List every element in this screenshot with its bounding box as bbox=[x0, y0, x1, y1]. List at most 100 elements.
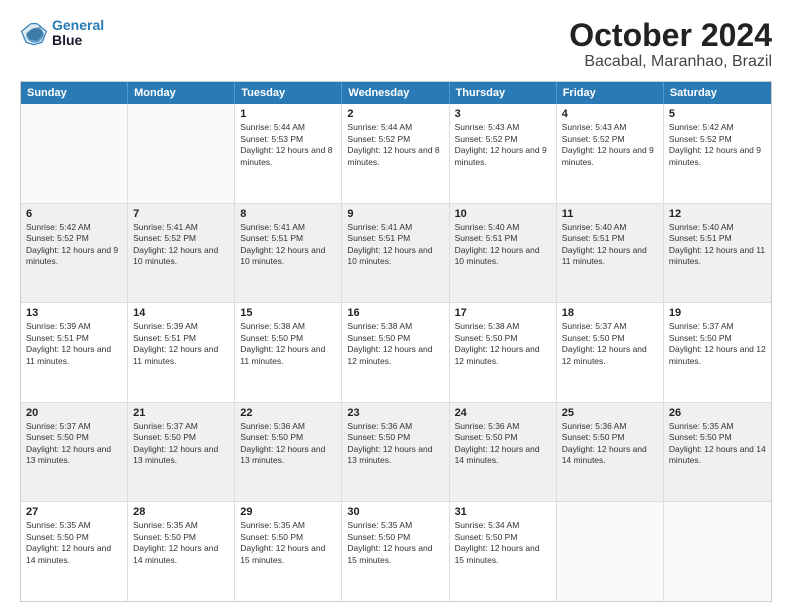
day-info: Sunrise: 5:38 AMSunset: 5:50 PMDaylight:… bbox=[240, 321, 336, 367]
header-day-friday: Friday bbox=[557, 82, 664, 104]
calendar-cell: 27Sunrise: 5:35 AMSunset: 5:50 PMDayligh… bbox=[21, 502, 128, 601]
calendar-cell: 20 Sunrise: 5:37 AMSunset: 5:50 PMDayligh… bbox=[21, 403, 128, 502]
day-info: Sunrise: 5:36 AMSunset: 5:50 PMDaylight:… bbox=[240, 421, 336, 467]
day-number: 29 bbox=[240, 506, 336, 518]
day-number: 8 bbox=[240, 208, 336, 220]
calendar-header: SundayMondayTuesdayWednesdayThursdayFrid… bbox=[21, 82, 771, 104]
calendar-cell bbox=[664, 502, 771, 601]
day-info: Sunrise: 5:44 AMSunset: 5:53 PMDaylight:… bbox=[240, 122, 336, 168]
day-info: Sunrise: 5:42 AMSunset: 5:52 PMDaylight:… bbox=[26, 222, 122, 268]
calendar-cell: 13Sunrise: 5:39 AMSunset: 5:51 PMDayligh… bbox=[21, 303, 128, 402]
day-info: Sunrise: 5:40 AMSunset: 5:51 PMDaylight:… bbox=[669, 222, 766, 268]
day-info: Sunrise: 5:37 AMSunset: 5:50 PMDaylight:… bbox=[133, 421, 229, 467]
day-number: 3 bbox=[455, 108, 551, 120]
day-number: 7 bbox=[133, 208, 229, 220]
day-number: 28 bbox=[133, 506, 229, 518]
calendar-cell: 8 Sunrise: 5:41 AMSunset: 5:51 PMDaylight… bbox=[235, 204, 342, 303]
day-info: Sunrise: 5:43 AMSunset: 5:52 PMDaylight:… bbox=[562, 122, 658, 168]
header-day-wednesday: Wednesday bbox=[342, 82, 449, 104]
day-number: 1 bbox=[240, 108, 336, 120]
calendar-cell: 7Sunrise: 5:41 AMSunset: 5:52 PMDaylight… bbox=[128, 204, 235, 303]
header-day-saturday: Saturday bbox=[664, 82, 771, 104]
day-info: Sunrise: 5:35 AMSunset: 5:50 PMDaylight:… bbox=[26, 520, 122, 566]
calendar-cell: 2 Sunrise: 5:44 AMSunset: 5:52 PMDaylight… bbox=[342, 104, 449, 203]
day-info: Sunrise: 5:39 AMSunset: 5:51 PMDaylight:… bbox=[133, 321, 229, 367]
day-info: Sunrise: 5:41 AMSunset: 5:51 PMDaylight:… bbox=[240, 222, 336, 268]
day-number: 19 bbox=[669, 307, 766, 319]
calendar-cell: 22 Sunrise: 5:36 AMSunset: 5:50 PMDayligh… bbox=[235, 403, 342, 502]
logo-line1: General bbox=[52, 17, 104, 33]
day-info: Sunrise: 5:39 AMSunset: 5:51 PMDaylight:… bbox=[26, 321, 122, 367]
calendar-cell: 28 Sunrise: 5:35 AMSunset: 5:50 PMDayligh… bbox=[128, 502, 235, 601]
day-number: 30 bbox=[347, 506, 443, 518]
calendar-cell: 26Sunrise: 5:35 AMSunset: 5:50 PMDayligh… bbox=[664, 403, 771, 502]
day-number: 15 bbox=[240, 307, 336, 319]
day-info: Sunrise: 5:37 AMSunset: 5:50 PMDaylight:… bbox=[26, 421, 122, 467]
day-info: Sunrise: 5:38 AMSunset: 5:50 PMDaylight:… bbox=[347, 321, 443, 367]
calendar-cell: 29 Sunrise: 5:35 AMSunset: 5:50 PMDayligh… bbox=[235, 502, 342, 601]
calendar-cell: 18 Sunrise: 5:37 AMSunset: 5:50 PMDayligh… bbox=[557, 303, 664, 402]
calendar-cell: 9Sunrise: 5:41 AMSunset: 5:51 PMDaylight… bbox=[342, 204, 449, 303]
calendar-cell bbox=[557, 502, 664, 601]
day-number: 4 bbox=[562, 108, 658, 120]
logo-text: General Blue bbox=[52, 18, 104, 49]
calendar-cell bbox=[21, 104, 128, 203]
day-number: 18 bbox=[562, 307, 658, 319]
day-info: Sunrise: 5:35 AMSunset: 5:50 PMDaylight:… bbox=[669, 421, 766, 467]
calendar-cell: 6 Sunrise: 5:42 AMSunset: 5:52 PMDaylight… bbox=[21, 204, 128, 303]
calendar-cell: 19 Sunrise: 5:37 AMSunset: 5:50 PMDayligh… bbox=[664, 303, 771, 402]
page-title: October 2024 bbox=[569, 18, 772, 53]
day-info: Sunrise: 5:35 AMSunset: 5:50 PMDaylight:… bbox=[240, 520, 336, 566]
day-number: 14 bbox=[133, 307, 229, 319]
calendar-cell: 10 Sunrise: 5:40 AMSunset: 5:51 PMDayligh… bbox=[450, 204, 557, 303]
calendar-week-4: 20 Sunrise: 5:37 AMSunset: 5:50 PMDayligh… bbox=[21, 402, 771, 502]
header: General Blue October 2024 Bacabal, Maran… bbox=[20, 18, 772, 71]
calendar-cell: 12Sunrise: 5:40 AMSunset: 5:51 PMDayligh… bbox=[664, 204, 771, 303]
calendar-week-5: 27Sunrise: 5:35 AMSunset: 5:50 PMDayligh… bbox=[21, 501, 771, 601]
day-info: Sunrise: 5:43 AMSunset: 5:52 PMDaylight:… bbox=[455, 122, 551, 168]
day-info: Sunrise: 5:40 AMSunset: 5:51 PMDaylight:… bbox=[455, 222, 551, 268]
calendar-cell: 3 Sunrise: 5:43 AMSunset: 5:52 PMDaylight… bbox=[450, 104, 557, 203]
calendar-cell: 16Sunrise: 5:38 AMSunset: 5:50 PMDayligh… bbox=[342, 303, 449, 402]
calendar-week-3: 13Sunrise: 5:39 AMSunset: 5:51 PMDayligh… bbox=[21, 302, 771, 402]
day-number: 21 bbox=[133, 407, 229, 419]
day-info: Sunrise: 5:37 AMSunset: 5:50 PMDaylight:… bbox=[562, 321, 658, 367]
day-info: Sunrise: 5:42 AMSunset: 5:52 PMDaylight:… bbox=[669, 122, 766, 168]
day-number: 6 bbox=[26, 208, 122, 220]
day-number: 22 bbox=[240, 407, 336, 419]
logo-icon bbox=[20, 19, 48, 47]
day-number: 31 bbox=[455, 506, 551, 518]
day-number: 2 bbox=[347, 108, 443, 120]
day-number: 10 bbox=[455, 208, 551, 220]
header-day-monday: Monday bbox=[128, 82, 235, 104]
day-info: Sunrise: 5:36 AMSunset: 5:50 PMDaylight:… bbox=[562, 421, 658, 467]
calendar: SundayMondayTuesdayWednesdayThursdayFrid… bbox=[20, 81, 772, 602]
calendar-cell: 15 Sunrise: 5:38 AMSunset: 5:50 PMDayligh… bbox=[235, 303, 342, 402]
calendar-cell: 17 Sunrise: 5:38 AMSunset: 5:50 PMDayligh… bbox=[450, 303, 557, 402]
day-info: Sunrise: 5:41 AMSunset: 5:51 PMDaylight:… bbox=[347, 222, 443, 268]
header-day-tuesday: Tuesday bbox=[235, 82, 342, 104]
day-info: Sunrise: 5:37 AMSunset: 5:50 PMDaylight:… bbox=[669, 321, 766, 367]
day-info: Sunrise: 5:35 AMSunset: 5:50 PMDaylight:… bbox=[347, 520, 443, 566]
day-number: 20 bbox=[26, 407, 122, 419]
calendar-cell: 4 Sunrise: 5:43 AMSunset: 5:52 PMDaylight… bbox=[557, 104, 664, 203]
page: General Blue October 2024 Bacabal, Maran… bbox=[0, 0, 792, 612]
page-subtitle: Bacabal, Maranhao, Brazil bbox=[569, 53, 772, 71]
calendar-cell: 25 Sunrise: 5:36 AMSunset: 5:50 PMDayligh… bbox=[557, 403, 664, 502]
day-info: Sunrise: 5:35 AMSunset: 5:50 PMDaylight:… bbox=[133, 520, 229, 566]
day-info: Sunrise: 5:40 AMSunset: 5:51 PMDaylight:… bbox=[562, 222, 658, 268]
header-day-thursday: Thursday bbox=[450, 82, 557, 104]
calendar-cell: 11Sunrise: 5:40 AMSunset: 5:51 PMDayligh… bbox=[557, 204, 664, 303]
day-info: Sunrise: 5:38 AMSunset: 5:50 PMDaylight:… bbox=[455, 321, 551, 367]
calendar-cell: 14 Sunrise: 5:39 AMSunset: 5:51 PMDayligh… bbox=[128, 303, 235, 402]
day-number: 17 bbox=[455, 307, 551, 319]
day-info: Sunrise: 5:44 AMSunset: 5:52 PMDaylight:… bbox=[347, 122, 443, 168]
calendar-cell: 21 Sunrise: 5:37 AMSunset: 5:50 PMDayligh… bbox=[128, 403, 235, 502]
day-info: Sunrise: 5:34 AMSunset: 5:50 PMDaylight:… bbox=[455, 520, 551, 566]
calendar-body: 1 Sunrise: 5:44 AMSunset: 5:53 PMDaylight… bbox=[21, 104, 771, 601]
calendar-cell bbox=[128, 104, 235, 203]
day-info: Sunrise: 5:36 AMSunset: 5:50 PMDaylight:… bbox=[455, 421, 551, 467]
day-number: 25 bbox=[562, 407, 658, 419]
calendar-cell: 23Sunrise: 5:36 AMSunset: 5:50 PMDayligh… bbox=[342, 403, 449, 502]
header-day-sunday: Sunday bbox=[21, 82, 128, 104]
